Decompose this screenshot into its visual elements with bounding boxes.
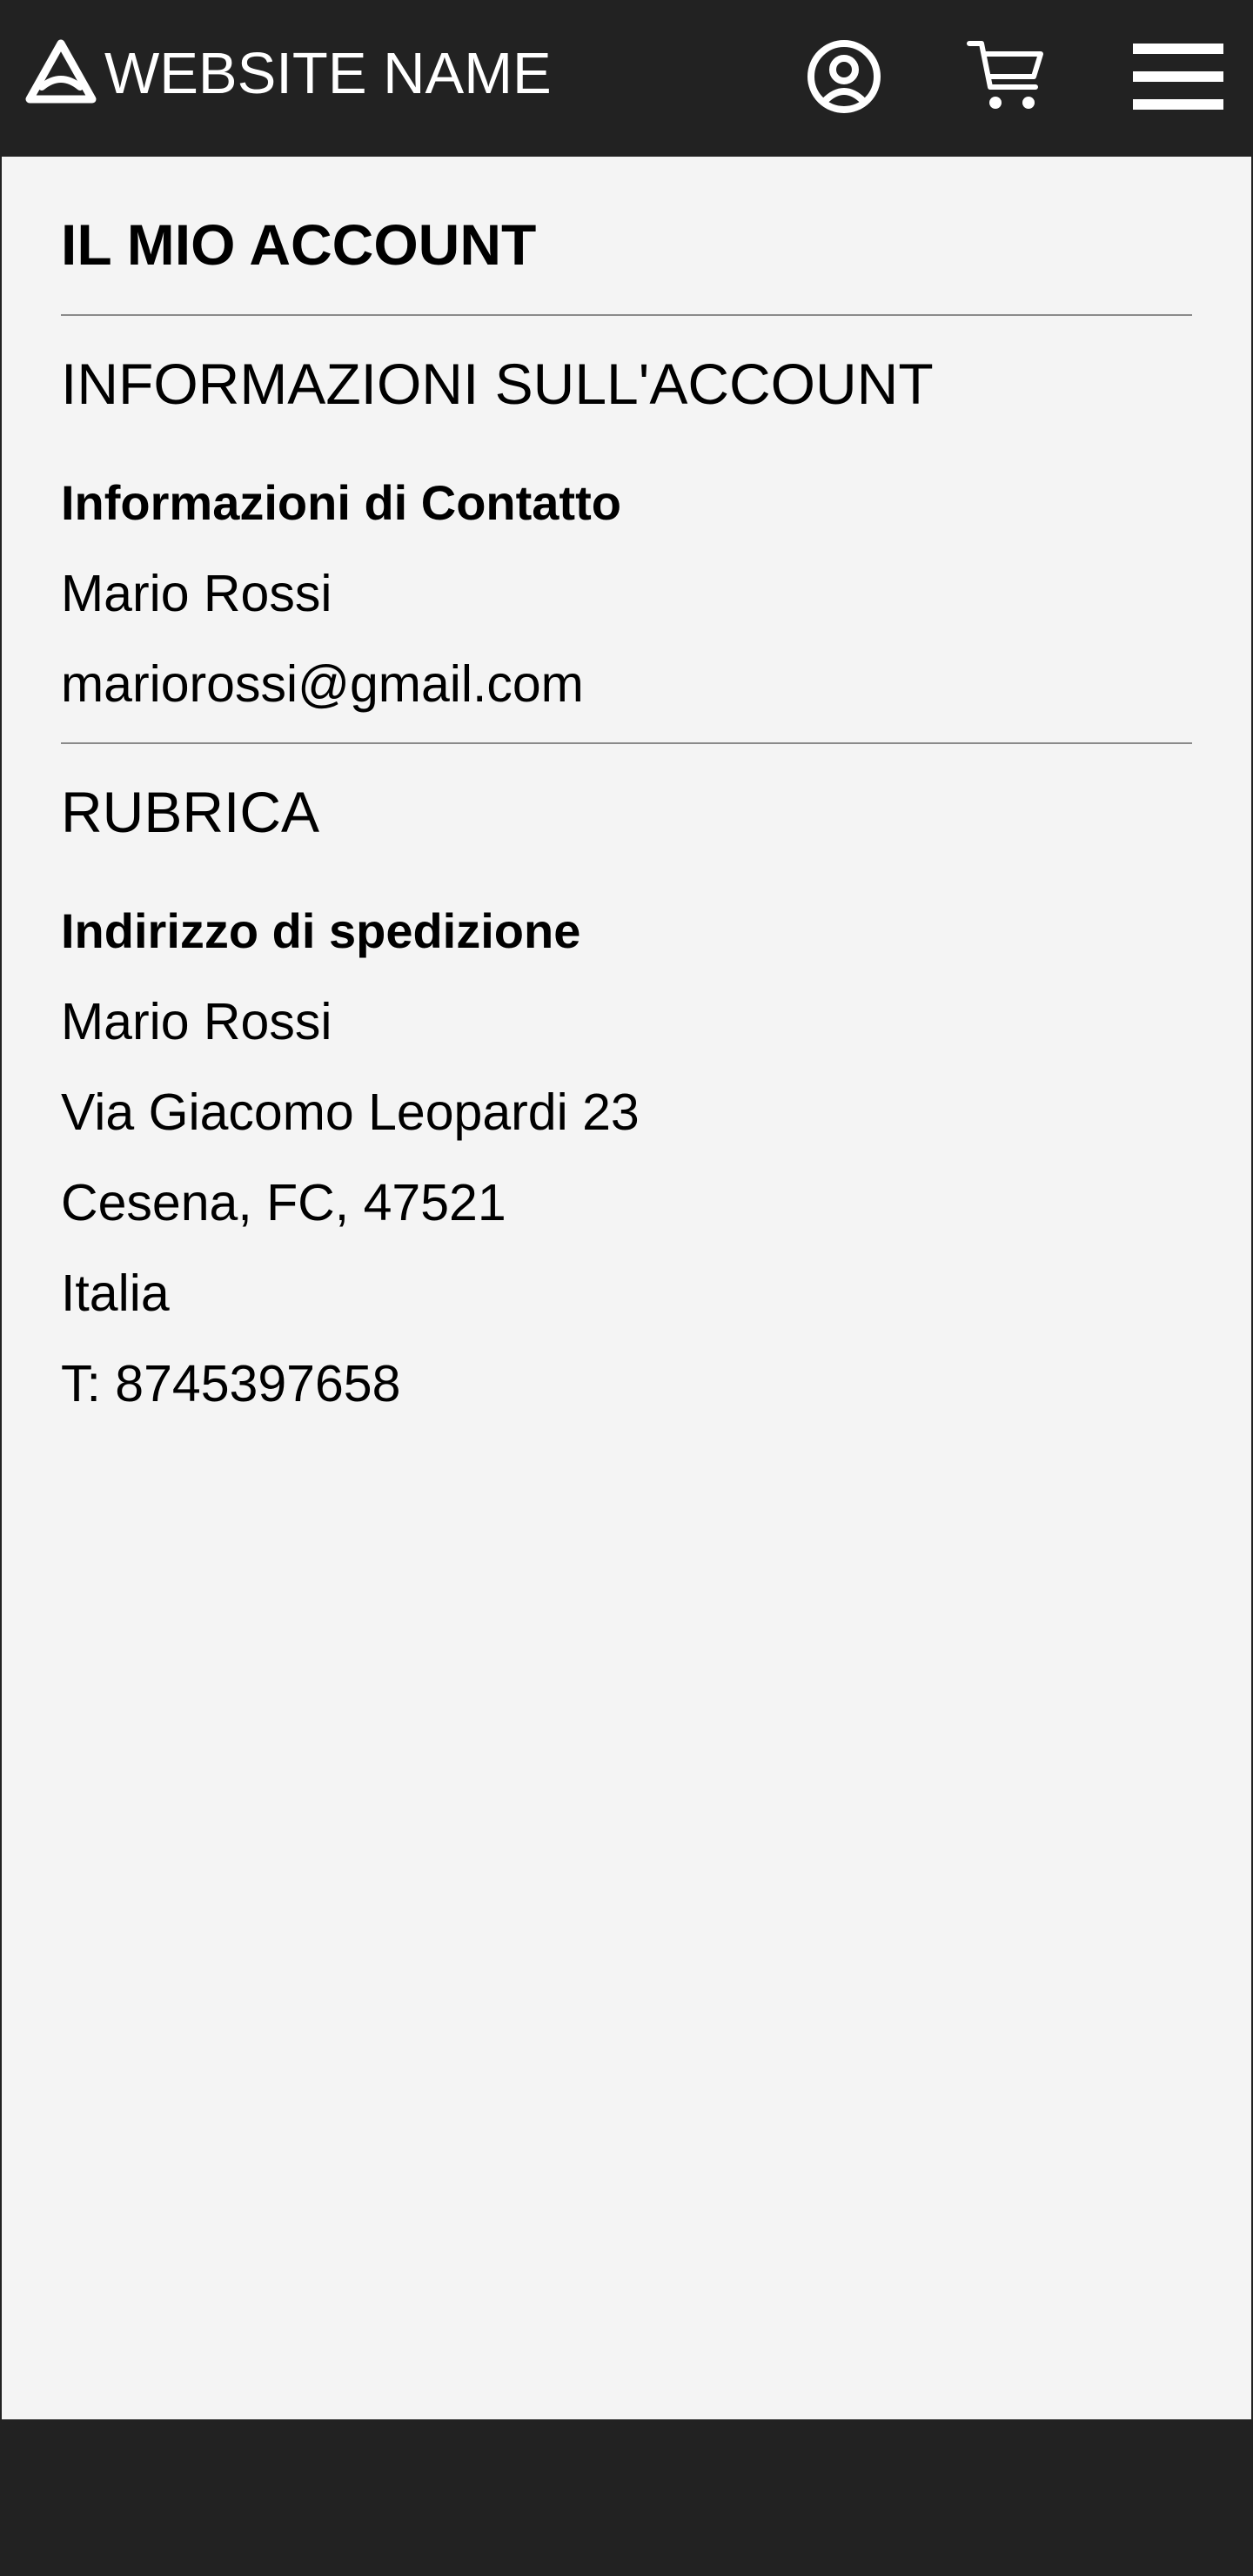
site-header: WEBSITE NAME: [0, 0, 1253, 157]
hamburger-menu-icon: [1133, 42, 1223, 111]
cart-button[interactable]: [966, 37, 1046, 115]
contact-name: Mario Rossi: [61, 565, 332, 622]
account-button[interactable]: [806, 38, 882, 115]
contact-email: mariorossi@gmail.com: [61, 655, 584, 713]
shipping-street: Via Giacomo Leopardi 23: [61, 1083, 640, 1141]
shipping-city: Cesena, FC, 47521: [61, 1174, 506, 1231]
shipping-address-title: Indirizzo di spedizione: [61, 903, 581, 958]
site-name: WEBSITE NAME: [104, 40, 552, 106]
account-info-title: INFORMAZIONI SULL'ACCOUNT: [61, 352, 934, 416]
site-footer: [0, 2419, 1253, 2576]
menu-button[interactable]: [1133, 42, 1223, 111]
site-logo-link[interactable]: WEBSITE NAME: [23, 37, 552, 110]
triangle-logo-icon: [23, 37, 99, 110]
divider: [61, 314, 1192, 316]
page-title: IL MIO ACCOUNT: [61, 212, 537, 277]
contact-info-title: Informazioni di Contatto: [61, 475, 621, 530]
cart-icon: [966, 37, 1046, 115]
shipping-country: Italia: [61, 1265, 170, 1322]
user-circle-icon: [806, 38, 882, 115]
shipping-phone: T: 8745397658: [61, 1355, 401, 1412]
divider: [61, 742, 1192, 744]
shipping-name: Mario Rossi: [61, 993, 332, 1050]
address-book-title: RUBRICA: [61, 780, 320, 844]
